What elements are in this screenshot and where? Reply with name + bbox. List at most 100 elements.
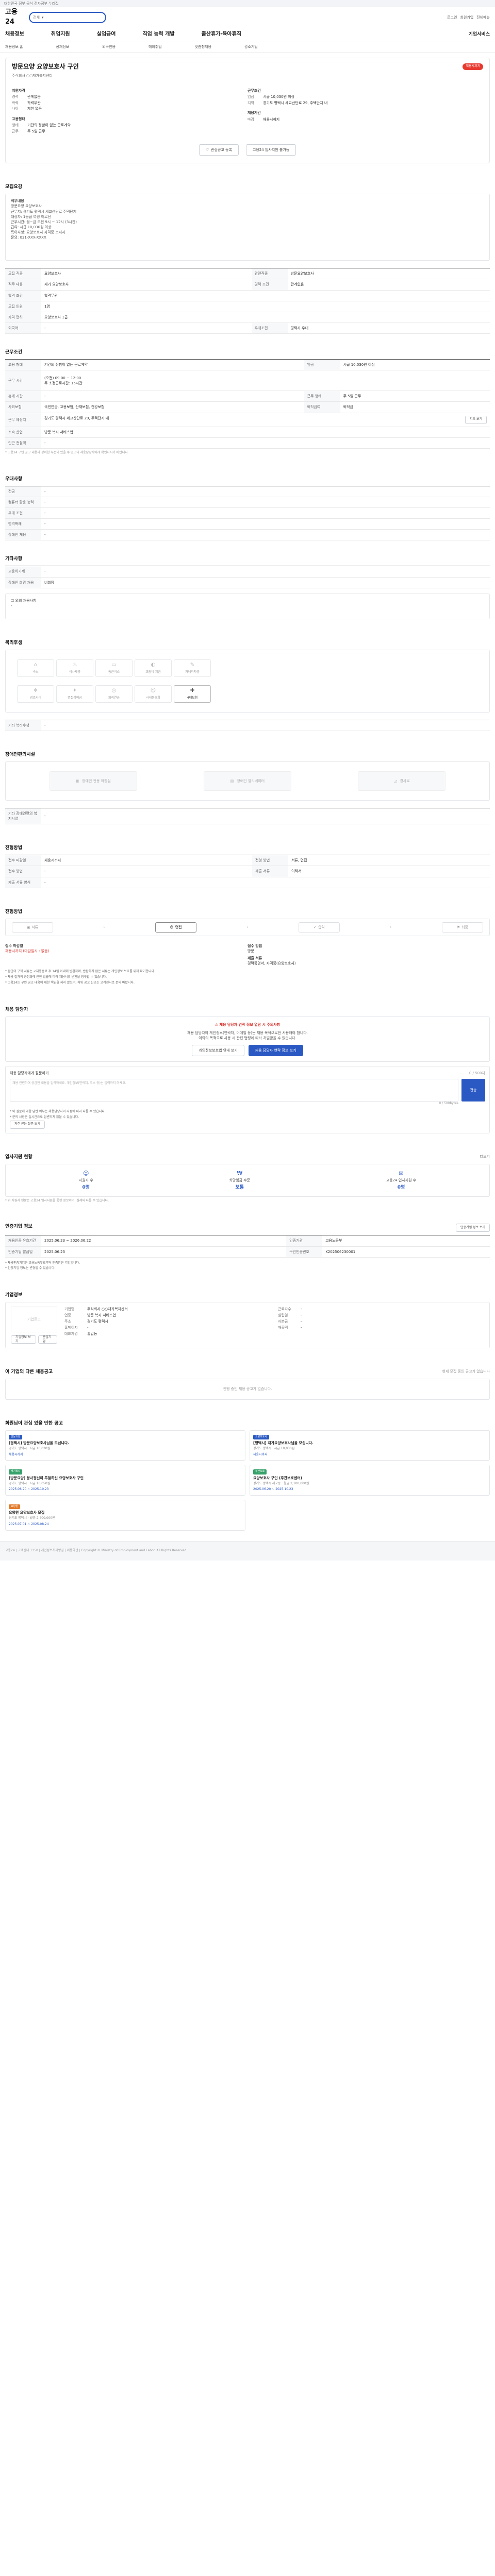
kv-value: 학력무관 <box>27 100 41 105</box>
cert-info-button[interactable]: 인증기업 정보 보기 <box>456 1224 490 1232</box>
section-title: 전형방법 <box>5 845 23 851</box>
welfare-item: ♨ 식사제공 <box>56 659 93 677</box>
section-title: 모집요강 <box>5 184 23 190</box>
login-link[interactable]: 로그인 <box>447 15 457 20</box>
process-steps: ▣ 서류 › ☺ 면접 › ✓ 합격 › ⚑ 최종 <box>5 918 490 936</box>
favorite-company-button[interactable]: 관심기업 <box>38 1335 57 1344</box>
recommend-card[interactable]: 주간보호 요양보호사 구인 (주간보호센터) 경기도 평택시 세교동 · 월급 2,… <box>250 1465 490 1496</box>
faq-button[interactable]: 자주 묻는 질문 보기 <box>10 1120 45 1129</box>
recommend-card[interactable]: 요양원 요양원 요양보호사 모집 경기도 평택시 · 월급 2,400,000원 20… <box>5 1500 245 1531</box>
subnav-custom[interactable]: 맞춤형채용 <box>195 44 211 49</box>
kv-label: 기업명 <box>64 1307 75 1312</box>
subnav-strong[interactable]: 강소기업 <box>244 44 258 49</box>
note-line: * 채용 절차의 공정화에 관한 법률에 따라 채용서류 반환을 청구할 수 있… <box>5 975 107 979</box>
welfare-item: ❖ 경조사비 <box>17 685 54 703</box>
subnav-public[interactable]: 공채정보 <box>56 44 69 49</box>
car-icon: ◐ <box>151 662 156 668</box>
subnav-overseas[interactable]: 해외취업 <box>148 44 162 49</box>
site-logo[interactable]: 고용24 <box>5 8 22 27</box>
cell-label: 고용 형태 <box>5 359 41 371</box>
process-step: ▣ 서류 <box>12 922 53 933</box>
kv-value: 경기도 평택시 <box>87 1319 108 1324</box>
section-title: 우대사항 <box>5 476 23 482</box>
nav-unemployment[interactable]: 실업급여 <box>97 31 116 39</box>
cell-value: 요양보호사 <box>41 268 252 280</box>
job-title: 방문요양 요양보호사 구인 <box>12 63 79 70</box>
question-input[interactable]: 채용 관련하여 궁금한 내용을 입력하세요. 개인정보(연락처, 주소 등)는 … <box>10 1079 458 1102</box>
cell-value: 채용시까지 <box>41 855 253 867</box>
kv-label: 학력 <box>12 100 19 105</box>
conditions-heading: 근무조건 <box>248 88 261 93</box>
cell-label: 인증기업 발급일 <box>5 1246 41 1258</box>
favorite-button[interactable]: ♡ 관심공고 등록 <box>199 144 239 156</box>
search-scope[interactable]: 전체 <box>33 15 40 20</box>
warning-text: 채용 담당자 연락 정보 열람 시 주의사항 <box>219 1022 280 1027</box>
note-line: * 인증기업 정보는 변경될 수 있습니다. <box>5 1266 56 1270</box>
cell-value: - <box>41 437 490 449</box>
view-contact-button[interactable]: 채용 담당자 연락 정보 보기 <box>248 1045 303 1057</box>
process-notes: * 본인의 구직 서류는 <채용종료 후 14일 이내에 반환하며, 반환하지 … <box>5 969 490 986</box>
score-item: ☺ 지원자 수 0명 <box>79 1170 93 1191</box>
house-icon: ⌂ <box>34 662 38 668</box>
signup-link[interactable]: 회원가입 <box>460 15 473 20</box>
nav-jobs[interactable]: 채용정보 <box>5 31 24 39</box>
cell-label: 장애인 채용 <box>5 529 41 541</box>
apply-unavailable-button[interactable]: 고용24 입사지원 불가능 <box>245 144 296 156</box>
card-title: [방문요양] 봉사정신이 투철하신 요양보호사 구인 <box>9 1476 84 1480</box>
map-button[interactable]: 지도 보기 <box>465 415 487 424</box>
question-box: 채용 담당자에게 질문하기 0 / 500자 채용 관련하여 궁금한 내용을 입… <box>5 1066 490 1133</box>
card-title: [평택시] 방문요양보호사님을 모십니다. <box>9 1440 69 1445</box>
cell-label: 모집 직종 <box>5 268 41 280</box>
card-sub: 경기도 평택시 · 시급 10,030원 <box>9 1446 51 1450</box>
more-link[interactable]: 더보기 <box>480 1154 490 1161</box>
nav-training[interactable]: 직업 능력 개발 <box>142 31 174 39</box>
contact-warning: ⚠ 채용 담당자 연락 정보 열람 시 주의사항 <box>11 1022 484 1027</box>
cell-value: - <box>41 323 252 334</box>
contact-desc: 이외의 목적으로 사용 시 관련 법령에 따라 처벌받을 수 있습니다. <box>199 1036 296 1040</box>
docs-label: 제출 서류 <box>248 956 262 960</box>
card-meta: 채용시까지 <box>9 1452 23 1456</box>
all-menu-link[interactable]: 전체메뉴 <box>476 15 490 20</box>
company-logo: 기업로고 기업정보 보기 관심기업 <box>11 1307 57 1344</box>
score-item: ✉ 고용24 입사지원 수 0명 <box>386 1170 416 1191</box>
question-title: 채용 담당자에게 질문하기 <box>10 1071 49 1076</box>
company-name[interactable]: 주식회사 ○○재가복지센터 <box>12 73 483 78</box>
nav-business[interactable]: 기업서비스 <box>469 31 490 38</box>
privacy-guide-button[interactable]: 개인정보보호법 안내 보기 <box>192 1045 244 1057</box>
question-send-button[interactable]: 전송 <box>461 1079 485 1102</box>
section-title: 기업정보 <box>5 1293 23 1298</box>
welfare-box: ⌂ 숙소 ♨ 식사제공 ▭ 통근버스 ◐ 교통비 지급 ✎ 자녀학자금 ❖ 경조사비 ✦ 명절… <box>5 649 490 713</box>
cell-label: 우대조건 <box>251 323 288 334</box>
search-bar[interactable]: 전체 ▾ <box>29 12 106 23</box>
selection-table: 접수 마감일 채용시까지 전형 방법 서류, 면접 접수 방법 - 제출 서류 이력서 제출… <box>5 855 490 888</box>
card-title: 요양보호사 구인 (주간보호센터) <box>253 1476 302 1480</box>
cell-value: 경기도 평택시 세교산단로 29, 주택단지 내 지도 보기 <box>41 413 490 427</box>
bus-icon: ▭ <box>111 662 117 668</box>
subnav-foreign[interactable]: 외국인용 <box>102 44 116 49</box>
card-title: [평택시] 재가요양보호사님을 모십니다. <box>253 1440 314 1445</box>
cell-label: 구인인증번호 <box>286 1246 323 1258</box>
subnav-home[interactable]: 채용정보 홈 <box>5 44 23 49</box>
welfare-extra-table: 기타 복리후생 - <box>5 719 490 731</box>
nav-leave[interactable]: 출산휴가·육아휴직 <box>202 31 241 39</box>
note-line: * 고용24는 구인 공고 내용에 대한 책임을 지지 않으며, 허위 공고 신… <box>5 980 135 985</box>
recommend-grid: 방문요양 [평택시] 방문요양보호사님을 모십니다. 경기도 평택시 · 시급 10… <box>5 1430 490 1531</box>
cell-value: 방문 복지 서비스업 <box>41 427 490 438</box>
recruit-table: 모집 직종 요양보호사 관련직종 방문요양보호사 직무 내용 재가 요양보호사 경력 조건… <box>5 268 490 334</box>
recommend-card[interactable]: 요양보호사 [평택시] 재가요양보호사님을 모십니다. 경기도 평택시 · 시급 1… <box>250 1430 490 1461</box>
button-label: 자주 묻는 질문 보기 <box>14 1122 40 1126</box>
qualification-column: 지원자격 경력 관계없음 학력 학력무관 나이 제한 없음 고용형태 형태 기간의 정함… <box>12 84 248 135</box>
kv-value: 제한 없음 <box>27 107 42 111</box>
cell-label: 제출 서류 양식 <box>5 877 41 888</box>
cell-label: 학력 조건 <box>5 290 41 301</box>
recommend-card[interactable]: 방문요양 [평택시] 방문요양보호사님을 모십니다. 경기도 평택시 · 시급 10… <box>5 1430 245 1461</box>
kv-label: 매출액 <box>278 1326 288 1330</box>
kv-label: 대표자명 <box>64 1331 78 1336</box>
nav-support[interactable]: 취업지원 <box>51 31 70 39</box>
card-tag: 재가복지 <box>9 1469 23 1475</box>
cell-label: 외국어 <box>5 323 41 334</box>
recommend-card[interactable]: 재가복지 [방문요양] 봉사정신이 투철하신 요양보호사 구인 경기도 평택시 · … <box>5 1465 245 1496</box>
chevron-right-icon: › <box>390 924 392 929</box>
welfare-label: 4대보험 <box>187 696 198 700</box>
company-info-button[interactable]: 기업정보 보기 <box>11 1335 36 1344</box>
